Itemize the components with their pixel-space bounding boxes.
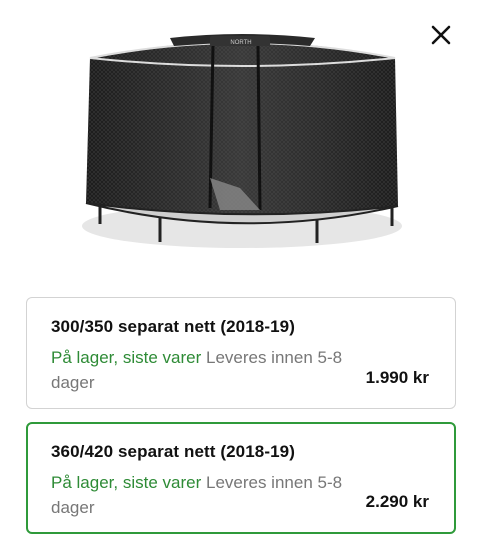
availability-text: På lager, siste varer Leveres innen 5-8 … xyxy=(51,470,351,520)
product-image: NORTH xyxy=(70,28,415,263)
variant-price: 2.290 kr xyxy=(365,492,429,511)
close-icon xyxy=(431,25,451,45)
brand-logo: NORTH xyxy=(230,40,251,46)
variant-title: 360/420 separat nett (2018-19) xyxy=(51,442,295,461)
stock-status: På lager, siste varer xyxy=(51,473,202,492)
stock-status: På lager, siste varer xyxy=(51,348,202,367)
variant-price: 1.990 kr xyxy=(365,368,429,387)
variant-title: 300/350 separat nett (2018-19) xyxy=(51,317,295,336)
availability-text: På lager, siste varer Leveres innen 5-8 … xyxy=(51,345,351,395)
variant-card-selected[interactable]: 360/420 separat nett (2018-19) På lager,… xyxy=(26,422,456,534)
trampoline-illustration: NORTH xyxy=(82,34,402,248)
close-button[interactable] xyxy=(428,22,454,48)
variant-card[interactable]: 300/350 separat nett (2018-19) På lager,… xyxy=(26,297,456,409)
